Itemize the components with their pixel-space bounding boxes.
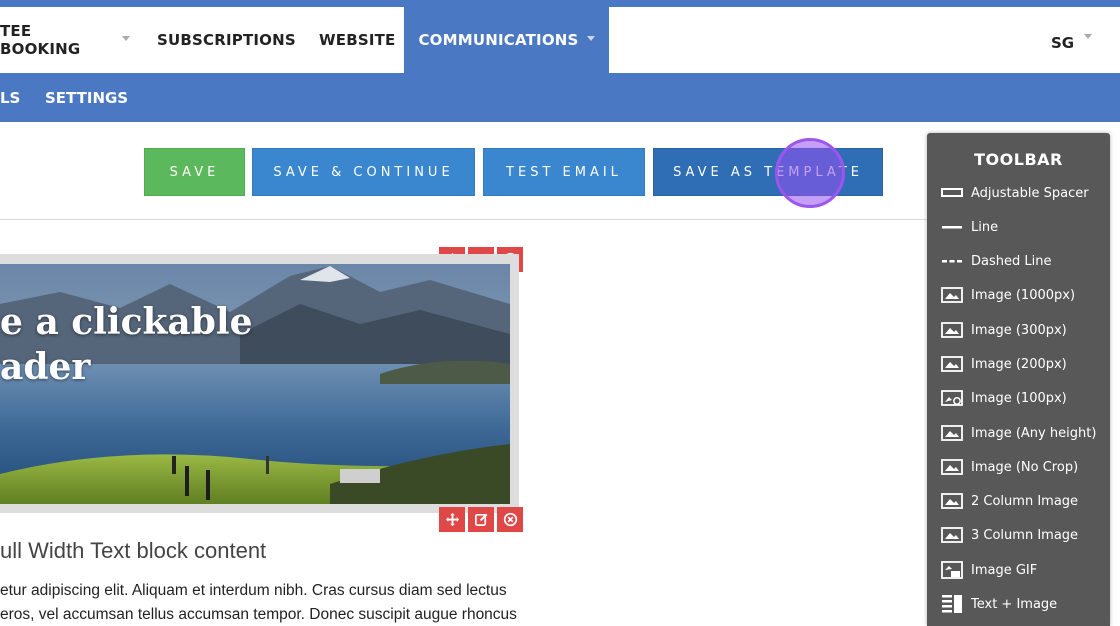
toolbar-item-label: 3 Column Image (971, 527, 1079, 543)
toolbar-item-label: Image (1000px) (971, 287, 1076, 303)
top-accent-bar (0, 0, 1120, 7)
toolbar-item-line[interactable]: Line (941, 214, 998, 240)
user-menu-chevron-icon[interactable] (1084, 34, 1092, 39)
toolbar-title: TOOLBAR (974, 150, 1063, 169)
toolbar-item-adjustable-spacer[interactable]: Adjustable Spacer (941, 180, 1089, 206)
toolbar-item-label: Image (Any height) (971, 425, 1097, 441)
save-button[interactable]: SAVE (144, 148, 245, 196)
hero-title: e a clickable ader (0, 301, 253, 388)
toolbar-item-text-image[interactable]: Text + Image (941, 591, 1057, 617)
divider (0, 219, 930, 220)
text-block-line[interactable]: eros, vel accumsan tellus accumsan tempo… (0, 606, 517, 624)
save-continue-button[interactable]: SAVE & CONTINUE (252, 148, 475, 196)
toolbar-item-3-column-image[interactable]: 3 Column Image (941, 522, 1078, 548)
toolbar-item-label: Image (100px) (971, 390, 1067, 406)
sub-nav: LS SETTINGS (0, 73, 1120, 122)
image-icon (941, 423, 963, 443)
toolbar-item-image-any-height[interactable]: Image (Any height) (941, 420, 1096, 446)
toolbar-item-dashed-line[interactable]: Dashed Line (941, 248, 1051, 274)
toolbar-item-label: Image (200px) (971, 356, 1067, 372)
text-block-line[interactable]: etur adipiscing elit. Aliquam et interdu… (0, 582, 507, 600)
nav-item-communications[interactable]: COMMUNICATIONS (404, 7, 609, 73)
sub-nav-item-settings[interactable]: SETTINGS (45, 73, 128, 122)
image-icon (941, 491, 963, 511)
toolbar-item-label: Dashed Line (971, 253, 1052, 269)
toolbar-item-image-no-crop[interactable]: Image (No Crop) (941, 454, 1078, 480)
toolbar-item-image-1000px[interactable]: Image (1000px) (941, 282, 1075, 308)
edit-icon[interactable] (468, 507, 494, 532)
chevron-down-icon (122, 35, 130, 41)
line-icon (941, 217, 963, 237)
main-nav: TEE BOOKING SUBSCRIPTIONS WEBSITE COMMUN… (0, 7, 1120, 73)
nav-item-label: COMMUNICATIONS (418, 31, 579, 49)
nav-item-label: WEBSITE (319, 31, 396, 49)
toolbar-item-label: 2 Column Image (971, 493, 1079, 509)
chevron-down-icon (586, 35, 595, 41)
nav-item-label: TEE BOOKING (0, 22, 81, 58)
user-menu[interactable]: SG (1051, 34, 1074, 52)
image-small-icon (941, 388, 963, 408)
toolbar-item-label: Text + Image (971, 596, 1058, 612)
toolbar-item-image-100px[interactable]: Image (100px) (941, 385, 1067, 411)
toolbar-item-2-column-image[interactable]: 2 Column Image (941, 488, 1078, 514)
toolbar-item-image-200px[interactable]: Image (200px) (941, 351, 1067, 377)
dashed-line-icon (941, 251, 963, 271)
text-image-icon (941, 594, 963, 614)
toolbar-item-image-gif[interactable]: Image GIF (941, 557, 1037, 583)
toolbar-item-label: Image (No Crop) (971, 459, 1079, 475)
image-icon (941, 525, 963, 545)
move-icon[interactable] (439, 507, 465, 532)
nav-item-tee-booking[interactable]: TEE BOOKING (0, 7, 130, 73)
spacer-icon (941, 183, 963, 203)
test-email-button[interactable]: TEST EMAIL (483, 148, 645, 196)
nav-item-website[interactable]: WEBSITE (319, 7, 396, 73)
text-block-heading[interactable]: ull Width Text block content (0, 538, 266, 564)
nav-item-label: SUBSCRIPTIONS (157, 31, 296, 49)
toolbar-item-label: Adjustable Spacer (971, 185, 1089, 201)
delete-icon[interactable] (497, 507, 523, 532)
image-icon (941, 320, 963, 340)
toolbar-item-label: Line (971, 219, 999, 235)
sub-nav-item-ls[interactable]: LS (0, 73, 20, 122)
image-icon (941, 354, 963, 374)
image-gif-icon (941, 560, 963, 580)
nav-item-subscriptions[interactable]: SUBSCRIPTIONS (157, 7, 296, 73)
image-icon (941, 285, 963, 305)
toolbar-item-label: Image GIF (971, 562, 1038, 578)
toolbar-item-image-300px[interactable]: Image (300px) (941, 317, 1067, 343)
text-block-controls (439, 507, 523, 532)
save-as-template-button[interactable]: SAVE AS TEMPLATE (653, 148, 883, 196)
toolbar-item-label: Image (300px) (971, 322, 1067, 338)
toolbar-panel: TOOLBAR Adjustable Spacer Line Dashed Li… (927, 133, 1110, 626)
image-icon (941, 457, 963, 477)
